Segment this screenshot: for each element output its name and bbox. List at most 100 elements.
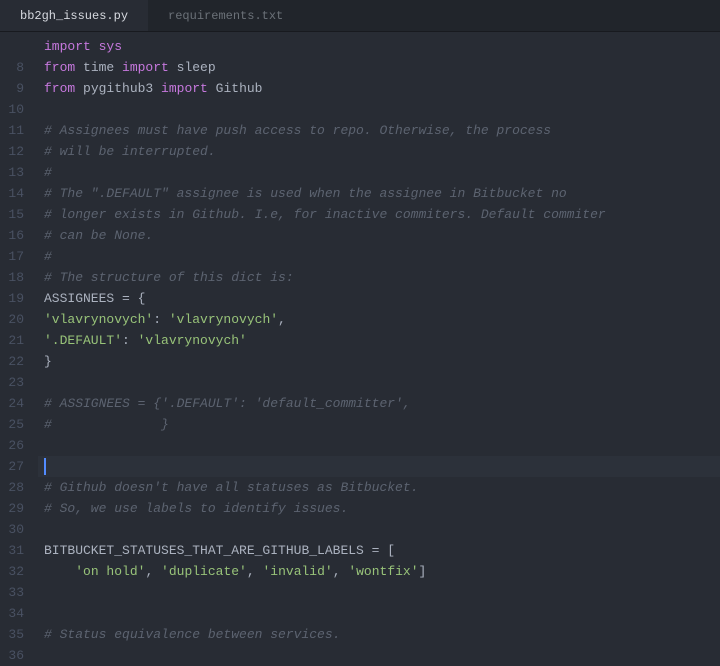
token-str: 'vlavrynovych'	[169, 312, 278, 327]
code-line[interactable]: #	[44, 246, 720, 267]
token-str: 'invalid'	[262, 564, 332, 579]
line-number-gutter: 8910111213141516171819202122232425262728…	[0, 32, 38, 641]
token-plain: BITBUCKET_STATUSES_THAT_ARE_GITHUB_LABEL…	[44, 543, 372, 558]
token-str: 'vlavrynovych'	[44, 312, 153, 327]
code-line[interactable]: # can be None.	[44, 225, 720, 246]
code-line[interactable]: # }	[44, 414, 720, 435]
token-plain: pygithub3	[75, 81, 161, 96]
code-line[interactable]	[44, 519, 720, 540]
code-line[interactable]: '.DEFAULT': 'vlavrynovych'	[44, 330, 720, 351]
token-comment: # ASSIGNEES = {'.DEFAULT': 'default_comm…	[44, 396, 411, 411]
line-number: 14	[8, 183, 24, 204]
code-line[interactable]: # Github doesn't have all statuses as Bi…	[44, 477, 720, 498]
line-number: 16	[8, 225, 24, 246]
code-line[interactable]: # Status equivalence between services.	[44, 624, 720, 645]
token-punct: }	[44, 354, 52, 369]
line-number: 24	[8, 393, 24, 414]
line-number: 9	[8, 78, 24, 99]
token-comment: #	[44, 165, 52, 180]
token-comment: # }	[44, 417, 169, 432]
token-comment: # will be interrupted.	[44, 144, 216, 159]
line-number: 10	[8, 99, 24, 120]
token-punct: = {	[122, 291, 145, 306]
token-punct: ,	[145, 564, 161, 579]
text-cursor	[44, 458, 46, 475]
token-comment: # Github doesn't have all statuses as Bi…	[44, 480, 418, 495]
token-comment: # Assignees must have push access to rep…	[44, 123, 551, 138]
code-line[interactable]	[44, 603, 720, 624]
token-comment: # The ".DEFAULT" assignee is used when t…	[44, 186, 567, 201]
line-number: 30	[8, 519, 24, 540]
line-number: 12	[8, 141, 24, 162]
code-line[interactable]: # longer exists in Github. I.e, for inac…	[44, 204, 720, 225]
token-punct: :	[122, 333, 138, 348]
token-punct: ,	[247, 564, 263, 579]
code-line[interactable]: # So, we use labels to identify issues.	[44, 498, 720, 519]
code-line[interactable]: BITBUCKET_STATUSES_THAT_ARE_GITHUB_LABEL…	[44, 540, 720, 561]
token-k-from: from	[44, 60, 75, 75]
token-str: 'vlavrynovych'	[138, 333, 247, 348]
token-k-from: from	[44, 81, 75, 96]
code-line[interactable]	[44, 435, 720, 456]
token-str: 'duplicate'	[161, 564, 247, 579]
code-line[interactable]: }	[44, 351, 720, 372]
code-line[interactable]: # will be interrupted.	[44, 141, 720, 162]
line-number: 34	[8, 603, 24, 624]
tab-active[interactable]: bb2gh_issues.py	[0, 0, 148, 31]
token-k-import: import	[161, 81, 208, 96]
tab-bar: bb2gh_issues.py requirements.txt	[0, 0, 720, 32]
token-plain: sleep	[169, 60, 216, 75]
code-editor[interactable]: 8910111213141516171819202122232425262728…	[0, 32, 720, 641]
code-line[interactable]: from time import sleep	[44, 57, 720, 78]
line-number: 22	[8, 351, 24, 372]
line-number: 21	[8, 330, 24, 351]
token-punct: :	[153, 312, 169, 327]
token-punct: = [	[372, 543, 395, 558]
token-punct: ,	[278, 312, 286, 327]
tab-label: requirements.txt	[168, 9, 283, 23]
line-number: 13	[8, 162, 24, 183]
token-comment: # So, we use labels to identify issues.	[44, 501, 348, 516]
line-number: 8	[8, 57, 24, 78]
line-number: 19	[8, 288, 24, 309]
token-str: '.DEFAULT'	[44, 333, 122, 348]
code-line[interactable]: ASSIGNEES = {	[44, 288, 720, 309]
code-line[interactable]: #	[44, 162, 720, 183]
token-comment: # can be None.	[44, 228, 153, 243]
code-line[interactable]	[38, 456, 720, 477]
line-number: 31	[8, 540, 24, 561]
token-k-import: import sys	[44, 39, 122, 54]
code-line[interactable]: from pygithub3 import Github	[44, 78, 720, 99]
code-line[interactable]: 'on hold', 'duplicate', 'invalid', 'wont…	[44, 561, 720, 582]
code-line[interactable]	[44, 582, 720, 603]
code-line[interactable]: # The ".DEFAULT" assignee is used when t…	[44, 183, 720, 204]
code-line[interactable]: import sys	[44, 36, 720, 57]
token-punct: ,	[333, 564, 349, 579]
code-line[interactable]	[44, 372, 720, 393]
tab-inactive[interactable]: requirements.txt	[148, 0, 303, 31]
code-line[interactable]: # The structure of this dict is:	[44, 267, 720, 288]
token-plain: ASSIGNEES	[44, 291, 122, 306]
line-number: 33	[8, 582, 24, 603]
token-plain	[44, 564, 75, 579]
line-number: 28	[8, 477, 24, 498]
code-line[interactable]	[44, 99, 720, 120]
token-plain: Github	[208, 81, 263, 96]
line-number: 32	[8, 561, 24, 582]
line-number: 23	[8, 372, 24, 393]
token-plain: time	[75, 60, 122, 75]
token-comment: # longer exists in Github. I.e, for inac…	[44, 207, 606, 222]
line-number: 36	[8, 645, 24, 666]
line-number: 29	[8, 498, 24, 519]
code-line[interactable]: # ASSIGNEES = {'.DEFAULT': 'default_comm…	[44, 393, 720, 414]
line-number: 25	[8, 414, 24, 435]
token-str: 'on hold'	[75, 564, 145, 579]
code-area[interactable]: import sysfrom time import sleepfrom pyg…	[38, 32, 720, 641]
code-line[interactable]: # Assignees must have push access to rep…	[44, 120, 720, 141]
line-number: 17	[8, 246, 24, 267]
token-k-import: import	[122, 60, 169, 75]
token-comment: # The structure of this dict is:	[44, 270, 294, 285]
line-number: 11	[8, 120, 24, 141]
code-line[interactable]	[44, 645, 720, 666]
code-line[interactable]: 'vlavrynovych': 'vlavrynovych',	[44, 309, 720, 330]
